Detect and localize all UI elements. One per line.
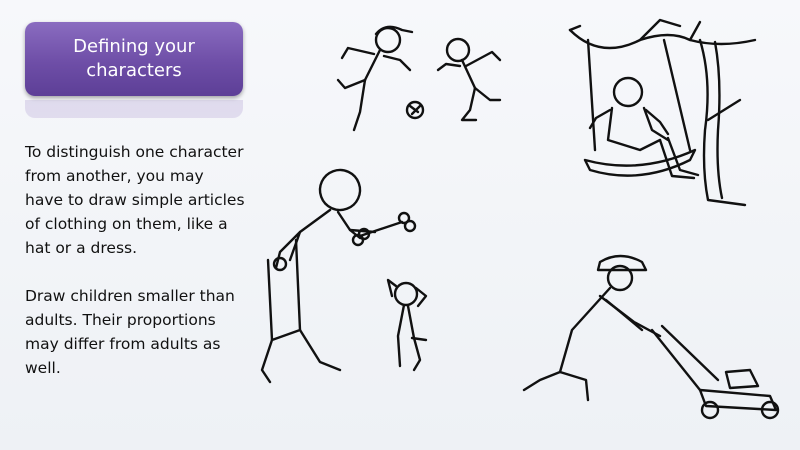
man-mowing-lawn-icon	[522, 254, 780, 420]
woman-with-dog-and-bone-icon	[260, 168, 428, 384]
illustrations-canvas	[260, 18, 780, 420]
slide: Defining your characters To distinguish …	[0, 0, 800, 450]
soccer-players-icon	[336, 25, 502, 132]
child-on-swing-icon	[568, 18, 757, 207]
